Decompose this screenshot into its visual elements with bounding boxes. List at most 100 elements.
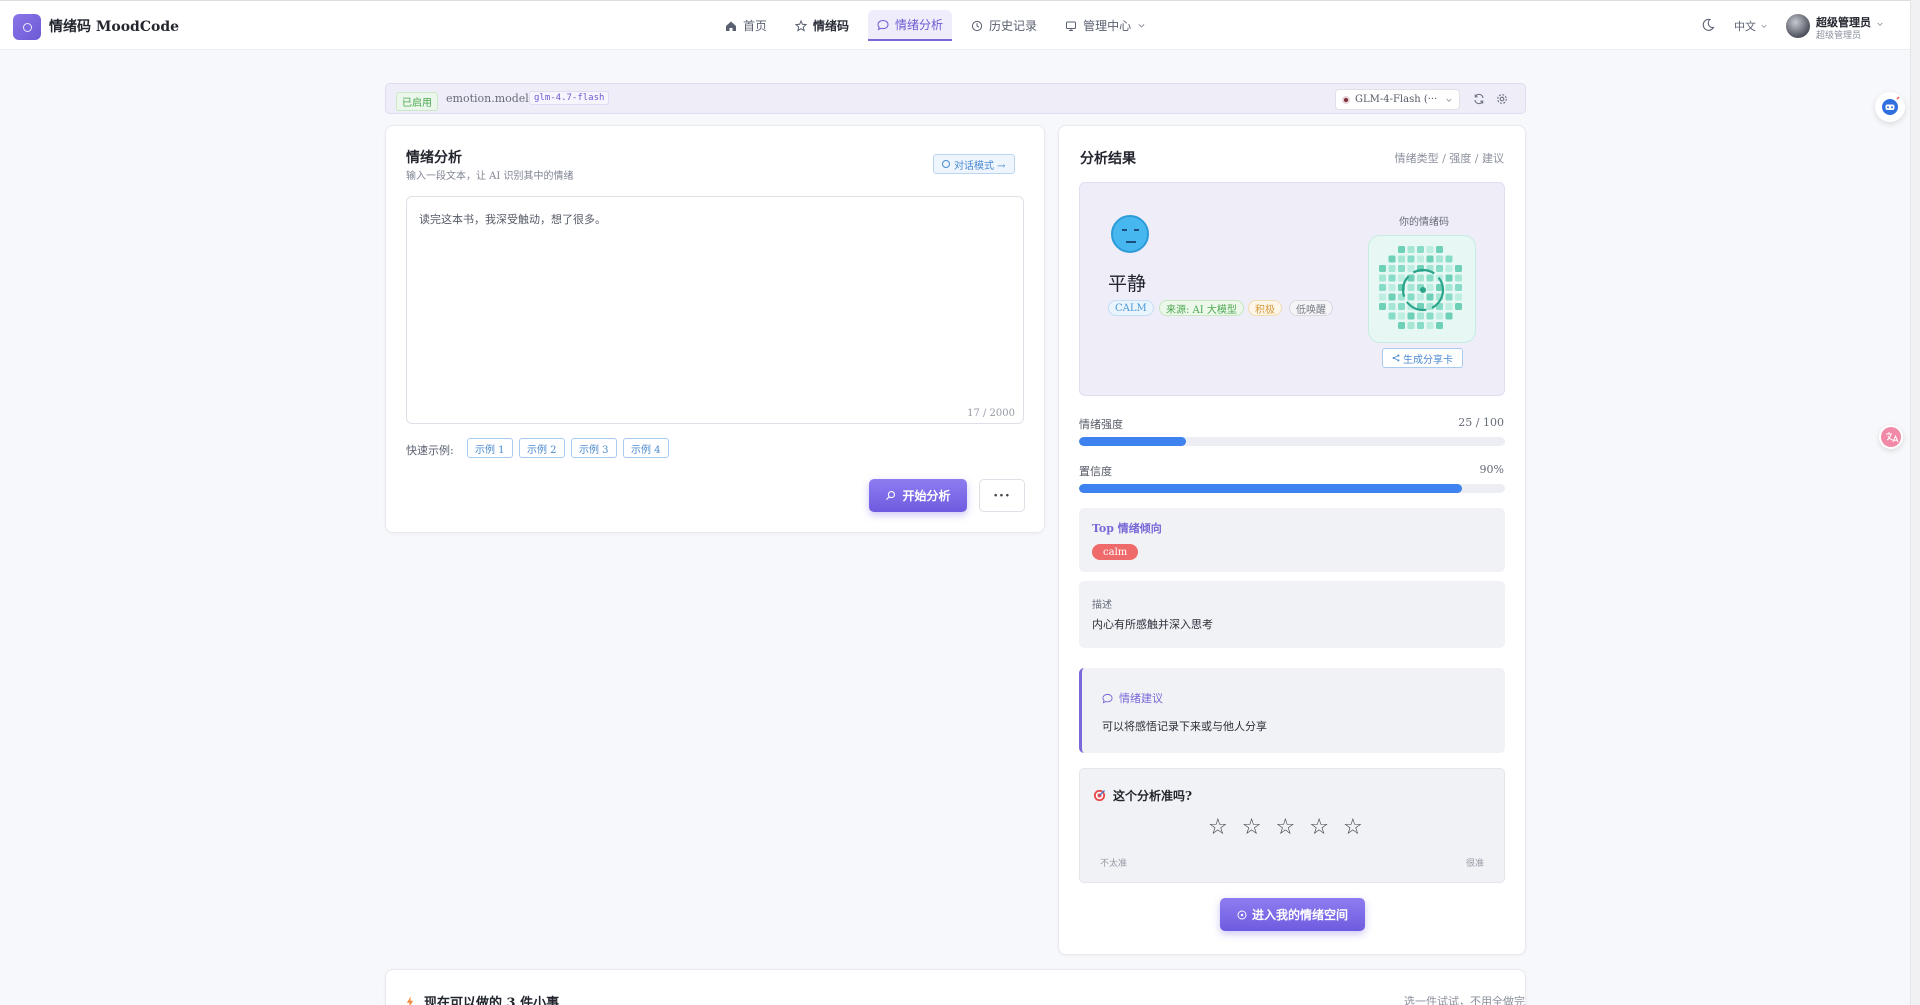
avatar[interactable]	[1786, 14, 1810, 38]
example-button-1[interactable]: 示例 1	[467, 438, 513, 458]
mood-code-cell	[1445, 265, 1453, 272]
chat-mode-label: 对话模式 →	[954, 160, 1006, 172]
advice-title: 情绪建议	[1102, 690, 1163, 706]
language-switcher[interactable]: 中文	[1734, 18, 1768, 34]
mood-code-cell	[1417, 246, 1424, 253]
mood-code-cell	[1379, 274, 1386, 282]
translate-icon	[1881, 427, 1901, 447]
result-card-title: 分析结果	[1080, 151, 1136, 167]
intensity-bar-fill	[1079, 437, 1186, 446]
description-label: 描述	[1092, 600, 1112, 611]
mood-code-cell	[1455, 265, 1462, 272]
example-button-3[interactable]: 示例 3	[571, 438, 617, 458]
start-analysis-button[interactable]: 开始分析	[869, 479, 967, 512]
enter-mood-space-label: 进入我的情绪空间	[1251, 908, 1348, 922]
mood-code-cell	[1388, 293, 1396, 301]
mood-code-cell	[1455, 284, 1462, 291]
mood-code-cell	[1417, 293, 1424, 301]
mood-code-cell	[1407, 284, 1415, 291]
input-card-subtitle: 输入一段文本，让 AI 识别其中的情绪	[406, 171, 574, 182]
top-emotion-box: Top 情绪倾向 calm	[1079, 508, 1505, 572]
description-text: 内心有所感触并深入思考	[1092, 618, 1213, 631]
star-3-icon[interactable]: ☆	[1275, 817, 1295, 839]
theme-toggle-icon[interactable]	[1701, 18, 1715, 32]
share-card-button[interactable]: 生成分享卡	[1382, 348, 1463, 368]
mood-code-pattern	[1379, 246, 1462, 329]
top-emotion-title: Top 情绪倾向	[1092, 522, 1162, 535]
chat-assistant-button[interactable]	[1875, 92, 1905, 122]
chat-mode-button[interactable]: 对话模式 →	[933, 154, 1015, 174]
share-card-label: 生成分享卡	[1403, 354, 1453, 366]
emotion-text-input[interactable]: 读完这本书，我深受触动，想了很多。 17 / 2000	[406, 196, 1024, 424]
result-card-hint: 情绪类型 / 强度 / 建议	[1394, 152, 1504, 165]
mood-code-cell	[1398, 274, 1405, 282]
language-label: 中文	[1734, 20, 1756, 33]
chat-bot-icon	[1882, 96, 1900, 115]
mood-code-cell	[1426, 255, 1434, 263]
logo-icon[interactable]	[13, 14, 41, 40]
advice-title-label: 情绪建议	[1119, 692, 1163, 705]
refresh-icon[interactable]	[1473, 93, 1485, 105]
chevron-down-icon[interactable]	[1876, 20, 1884, 28]
mood-code-cell	[1407, 246, 1415, 253]
model-status-bar: 已启用 emotion.model: glm-4.7-flash GLM-4-F…	[385, 83, 1526, 114]
confidence-value: 90%	[1479, 463, 1504, 476]
emotion-name: 平静	[1108, 273, 1147, 295]
small-tasks-hint: 选一件试试，不用全做完	[1404, 995, 1525, 1005]
nav-item-admin[interactable]: 管理中心	[1056, 10, 1155, 41]
mood-code-cell	[1398, 255, 1405, 263]
nav-item-moodcode[interactable]: 情绪码	[786, 10, 858, 41]
mood-code-cell	[1436, 312, 1443, 320]
gear-icon[interactable]	[1496, 93, 1508, 105]
star-5-icon[interactable]: ☆	[1343, 817, 1363, 839]
star-rating: ☆ ☆ ☆ ☆ ☆	[1208, 817, 1363, 839]
nav-label: 历史记录	[989, 19, 1038, 33]
confidence-bar-fill	[1079, 484, 1463, 493]
enter-mood-space-button[interactable]: 进入我的情绪空间	[1220, 898, 1365, 931]
mood-code-cell	[1398, 322, 1405, 329]
nav-item-analysis[interactable]: 情绪分析	[868, 10, 953, 41]
mood-code-cell	[1388, 255, 1396, 263]
rating-box: 这个分析准吗? ☆ ☆ ☆ ☆ ☆ 不太准 很准	[1079, 768, 1505, 883]
star-1-icon[interactable]: ☆	[1208, 817, 1228, 839]
arousal-tag: 低唤醒	[1289, 300, 1333, 316]
share-icon	[1392, 354, 1400, 362]
mood-code-cell	[1426, 322, 1434, 329]
mood-code-cell	[1436, 255, 1443, 263]
nav-item-home[interactable]: 首页	[716, 10, 776, 41]
mood-code-cell	[1455, 303, 1462, 310]
mood-code-cell	[1445, 312, 1453, 320]
top-emotion-tag: calm	[1092, 544, 1139, 560]
translate-button[interactable]	[1879, 425, 1903, 449]
mood-code-cell	[1407, 322, 1415, 329]
rating-max-label: 很准	[1465, 859, 1484, 869]
example-button-4[interactable]: 示例 4	[623, 438, 669, 458]
small-tasks-title-label: 现在可以做的 3 件小事	[424, 996, 560, 1005]
mood-code-cell	[1407, 293, 1415, 301]
mood-code-cell	[1436, 265, 1443, 272]
user-role: 超级管理员	[1816, 31, 1862, 41]
star-4-icon[interactable]: ☆	[1309, 817, 1329, 839]
mood-code-cell	[1417, 274, 1424, 282]
main-nav: 首页 情绪码 情绪分析 历史记录 管理中心	[716, 10, 1155, 41]
example-button-2[interactable]: 示例 2	[519, 438, 565, 458]
more-options-button[interactable]: ···	[979, 479, 1025, 512]
advice-text: 可以将感悟记录下来或与他人分享	[1102, 720, 1267, 733]
model-config-value: glm-4.7-flash	[529, 91, 610, 105]
mood-code-cell	[1398, 246, 1405, 253]
chat-icon	[1102, 693, 1113, 703]
star-2-icon[interactable]: ☆	[1242, 817, 1262, 839]
intensity-bar	[1079, 437, 1505, 446]
model-select[interactable]: GLM-4-Flash (···	[1335, 89, 1460, 110]
intensity-label: 情绪强度	[1079, 418, 1123, 431]
compass-icon	[1237, 910, 1247, 919]
target-icon	[1093, 789, 1106, 802]
nav-item-history[interactable]: 历史记录	[962, 10, 1046, 41]
input-card: 情绪分析 输入一段文本，让 AI 识别其中的情绪 对话模式 → 读完这本书，我深…	[385, 125, 1045, 533]
page-scrollbar[interactable]	[1910, 0, 1920, 1005]
mood-code-cell	[1417, 312, 1424, 320]
mood-code-image[interactable]	[1368, 235, 1476, 343]
status-badge: 已启用	[396, 92, 438, 111]
mood-code-cell	[1455, 274, 1462, 282]
brand-name[interactable]: 情绪码 MoodCode	[49, 16, 179, 36]
